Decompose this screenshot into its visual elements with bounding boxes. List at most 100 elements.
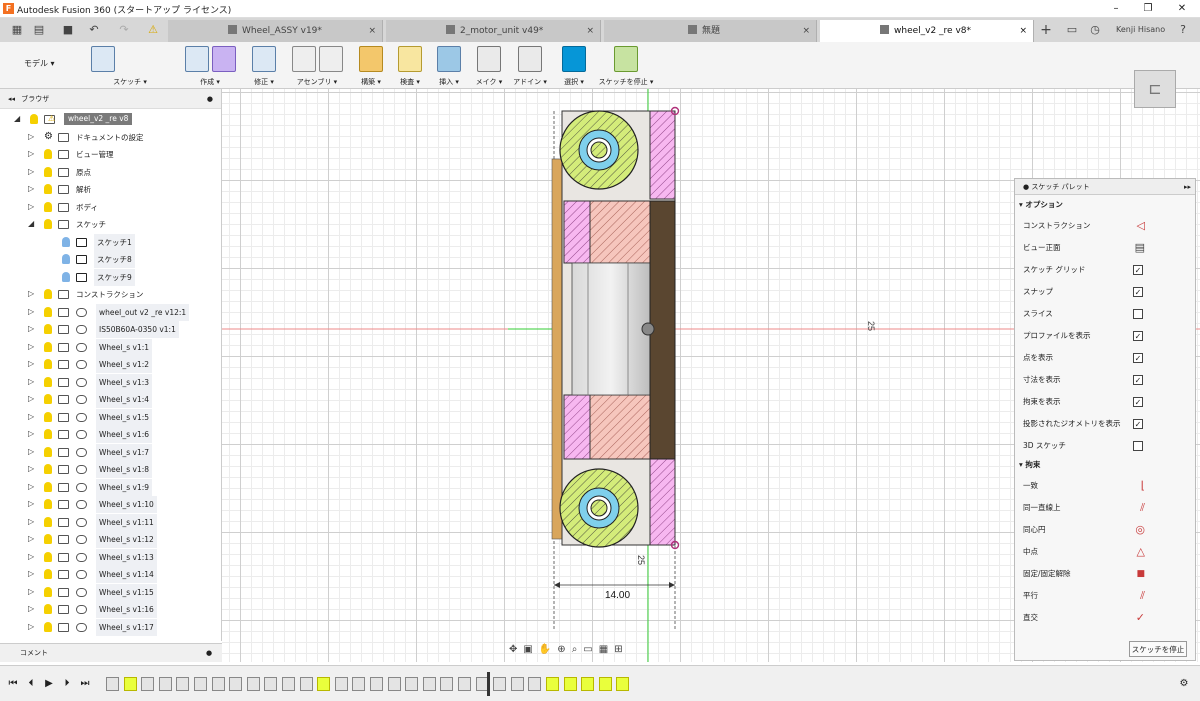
collapse-triangle-icon[interactable]: ◢ xyxy=(14,114,22,124)
save-icon[interactable]: ■ xyxy=(60,22,76,38)
look-at-icon[interactable]: ▤ xyxy=(1135,237,1145,259)
dimension-width-text[interactable]: 14.00 xyxy=(605,590,630,601)
constraint-item[interactable]: 中点 △ xyxy=(1023,541,1189,563)
expand-triangle-icon[interactable]: ▷ xyxy=(28,359,36,369)
expand-triangle-icon[interactable]: ▷ xyxy=(28,429,36,439)
assemble-group[interactable]: アセンブリ ▾ xyxy=(288,46,346,86)
create-sketch-icon[interactable] xyxy=(91,46,115,72)
options-section-title[interactable]: ▾ オプション xyxy=(1019,199,1063,210)
browser-node[interactable]: ▷ Wheel_s v1:16 xyxy=(0,601,220,618)
visibility-bulb-icon[interactable] xyxy=(44,569,52,579)
palette-option[interactable]: スケッチ グリッド ✓ xyxy=(1023,259,1189,281)
constraint-item[interactable]: 平行 ⫽ xyxy=(1023,585,1189,607)
browser-node[interactable]: ▷ Wheel_s v1:10 xyxy=(0,496,220,513)
expand-triangle-icon[interactable]: ▷ xyxy=(28,394,36,404)
checkbox[interactable]: ✓ xyxy=(1133,287,1143,297)
browser-node[interactable]: ▷ Wheel_s v1:13 xyxy=(0,548,220,566)
timeline-feature-icon[interactable] xyxy=(528,677,542,691)
tab-motor-unit[interactable]: 2_motor_unit v49* × xyxy=(386,20,601,42)
tab-untitled[interactable]: 無題 × xyxy=(604,20,817,42)
select-cursor-icon[interactable] xyxy=(562,46,586,72)
file-menu-icon[interactable]: ▤ xyxy=(30,22,48,38)
timeline-settings-icon[interactable]: ⚙ xyxy=(1178,677,1190,691)
offset-plane-icon[interactable] xyxy=(359,46,383,72)
browser-root-node[interactable]: ◢ ⚠ wheel_v2 _re v8 xyxy=(0,111,220,128)
palette-option[interactable]: 3D スケッチ xyxy=(1023,435,1189,457)
expand-triangle-icon[interactable]: ▷ xyxy=(28,499,36,509)
browser-node[interactable]: ▷ ボディ xyxy=(0,199,220,216)
undo-icon[interactable]: ↶ xyxy=(86,22,102,38)
checkbox[interactable] xyxy=(1133,309,1143,319)
timeline-feature-icon[interactable] xyxy=(546,677,559,691)
expand-triangle-icon[interactable]: ▷ xyxy=(28,517,36,527)
stop-sketch-group[interactable]: スケッチを停止 ▾ xyxy=(598,46,654,86)
tab-close-icon[interactable]: × xyxy=(1019,20,1027,42)
browser-node[interactable]: ▷ Wheel_s v1:17 xyxy=(0,618,220,636)
timeline-next-icon[interactable]: ⏵ xyxy=(61,677,73,691)
visibility-bulb-icon[interactable] xyxy=(62,254,70,264)
palette-expand-icon[interactable]: ▸▸ xyxy=(1184,179,1191,195)
visibility-bulb-icon[interactable] xyxy=(44,324,52,334)
tab-close-icon[interactable]: × xyxy=(586,20,594,42)
settings-gear-icon[interactable]: ⚙ xyxy=(44,131,53,142)
palette-option[interactable]: ビュー正面 ▤ xyxy=(1023,237,1189,259)
timeline-feature-icon[interactable] xyxy=(581,677,595,691)
visibility-bulb-icon[interactable] xyxy=(44,464,52,474)
timeline-prev-icon[interactable]: ⏴ xyxy=(25,677,37,691)
press-pull-icon[interactable] xyxy=(252,46,276,72)
measure-icon[interactable] xyxy=(398,46,422,72)
close-window-button[interactable]: ✕ xyxy=(1172,2,1192,16)
rectangle-tool-icon[interactable] xyxy=(145,46,169,72)
collapse-triangle-icon[interactable]: ◢ xyxy=(28,219,36,229)
constraints-section-title[interactable]: ▾ 拘束 xyxy=(1019,459,1040,470)
timeline-feature-icon[interactable] xyxy=(422,677,436,691)
create-group[interactable]: 作成 ▾ xyxy=(181,46,239,86)
midpoint-icon[interactable]: △ xyxy=(1137,541,1145,563)
visibility-bulb-icon[interactable] xyxy=(44,499,52,509)
constraint-item[interactable]: 固定/固定解除 ■ xyxy=(1023,563,1189,585)
restore-button[interactable]: ❐ xyxy=(1138,2,1158,16)
browser-node[interactable]: ▷ Wheel_s v1:3 xyxy=(0,373,220,391)
expand-triangle-icon[interactable]: ▷ xyxy=(28,622,36,632)
addins-group[interactable]: アドイン ▾ xyxy=(512,46,548,86)
make-group[interactable]: メイク ▾ xyxy=(474,46,504,86)
visibility-bulb-icon[interactable] xyxy=(44,534,52,544)
dimension-side-text[interactable]: 25 xyxy=(866,321,876,331)
visibility-bulb-icon[interactable] xyxy=(44,166,52,177)
expand-triangle-icon[interactable]: ▷ xyxy=(28,447,36,457)
3d-print-icon[interactable] xyxy=(477,46,501,72)
timeline-feature-icon[interactable] xyxy=(264,677,278,691)
expand-triangle-icon[interactable]: ▷ xyxy=(28,167,36,177)
visibility-bulb-icon[interactable] xyxy=(44,306,52,317)
palette-option[interactable]: 拘束を表示 ✓ xyxy=(1023,391,1189,413)
parallel-icon[interactable]: ⫽ xyxy=(1140,585,1145,607)
tab-wheel-assy[interactable]: Wheel_ASSY v19* × xyxy=(168,20,383,42)
visibility-bulb-icon[interactable] xyxy=(44,394,52,404)
visibility-bulb-icon[interactable] xyxy=(62,271,70,282)
browser-node[interactable]: スケッチ1 xyxy=(0,233,220,251)
timeline-feature-icon[interactable] xyxy=(158,677,172,691)
expand-triangle-icon[interactable]: ▷ xyxy=(28,569,36,579)
expand-triangle-icon[interactable]: ▷ xyxy=(28,464,36,474)
palette-option[interactable]: コンストラクション ◁ xyxy=(1023,215,1189,237)
browser-pin-icon[interactable]: ● xyxy=(207,89,213,109)
visibility-bulb-icon[interactable] xyxy=(30,114,38,124)
chat-icon[interactable]: ▭ xyxy=(1064,22,1080,38)
look-at-icon[interactable]: ▣ xyxy=(523,644,532,655)
browser-node[interactable]: ▷ Wheel_s v1:9 xyxy=(0,478,220,496)
inspect-group[interactable]: 検査 ▾ xyxy=(395,46,425,86)
timeline-marker[interactable] xyxy=(487,672,490,696)
checkbox[interactable]: ✓ xyxy=(1133,353,1143,363)
zoom-icon[interactable]: ⊕ xyxy=(557,644,565,655)
visibility-bulb-icon[interactable] xyxy=(44,446,52,457)
timeline-start-icon[interactable]: ⏮ xyxy=(7,677,19,691)
expand-triangle-icon[interactable]: ▷ xyxy=(28,132,36,142)
new-tab-button[interactable]: + xyxy=(1038,22,1054,38)
constraint-item[interactable]: 直交 ✓ xyxy=(1023,607,1189,629)
palette-option[interactable]: 点を表示 ✓ xyxy=(1023,347,1189,369)
expand-triangle-icon[interactable]: ▷ xyxy=(28,482,36,492)
collinear-icon[interactable]: ⫽ xyxy=(1140,497,1145,519)
zoom-window-icon[interactable]: ⌕ xyxy=(572,644,578,655)
checkbox[interactable]: ✓ xyxy=(1133,397,1143,407)
browser-node[interactable]: ▷ Wheel_s v1:8 xyxy=(0,461,220,478)
